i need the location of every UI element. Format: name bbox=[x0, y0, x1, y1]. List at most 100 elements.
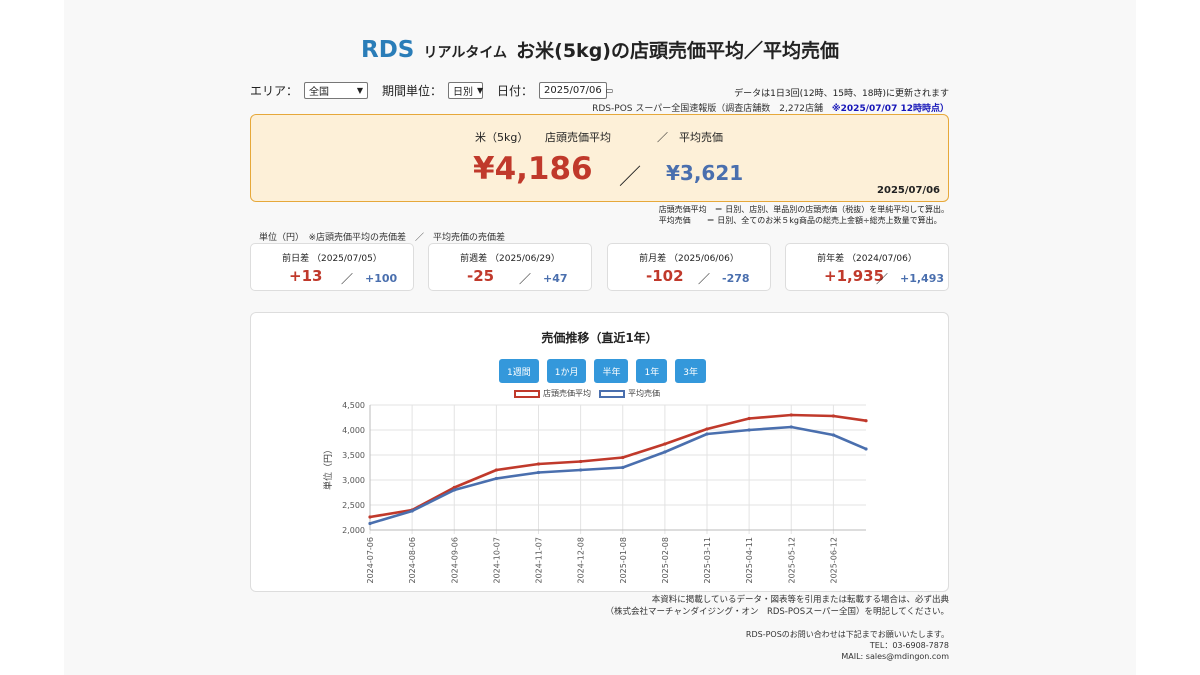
y-axis-label: 単位（円） bbox=[322, 445, 334, 490]
source-time: ※2025/07/07 12時時点） bbox=[831, 104, 949, 114]
copyright-line1: 本資料に掲載しているデータ・図表等を引用または転載する場合は、必ず出典 bbox=[651, 595, 949, 605]
data-point bbox=[747, 428, 751, 432]
area-select-value: 全国 bbox=[309, 87, 330, 98]
diff-store-price: +13 bbox=[289, 267, 323, 285]
period-select-value: 日別 bbox=[453, 87, 474, 98]
data-point bbox=[831, 414, 835, 418]
data-point bbox=[368, 521, 372, 526]
chart-panel: 売価推移（直近1年） 1週間 1か月 半年 1年 3年 店頭売価平均 平均売価 … bbox=[250, 312, 949, 592]
diff-avg-price: +47 bbox=[543, 272, 568, 285]
y-tick-label: 2,500 bbox=[342, 501, 365, 510]
x-tick-label: 2025-04-11 bbox=[745, 537, 754, 584]
diff-avg-price: +1,493 bbox=[900, 272, 945, 285]
date-label: 日付： bbox=[497, 84, 534, 98]
update-note: データは1日3回(12時、15時、18時)に更新されます bbox=[734, 89, 949, 99]
data-point bbox=[452, 488, 456, 492]
copyright-note: 本資料に掲載しているデータ・図表等を引用または転載する場合は、必ず出典 （株式会… bbox=[606, 594, 949, 618]
x-tick-label: 2024-12-08 bbox=[577, 537, 586, 584]
unit-note: 単位（円） ※店頭売価平均の売価差 ／ 平均売価の売価差 bbox=[259, 233, 506, 243]
data-point bbox=[494, 468, 498, 472]
title-subtitle: リアルタイム bbox=[423, 45, 508, 61]
data-point bbox=[663, 450, 667, 454]
y-tick-label: 4,500 bbox=[342, 401, 365, 410]
diff-label: 前週差 （2025/06/29） bbox=[460, 254, 560, 264]
label-separator: ／ bbox=[657, 131, 668, 144]
x-tick-label: 2025-02-08 bbox=[661, 537, 670, 584]
data-point bbox=[864, 447, 868, 451]
price-date: 2025/07/06 bbox=[877, 185, 940, 196]
page: RDS リアルタイム お米(5kg)の店頭売価平均／平均売価 エリア： 全国 ▼… bbox=[64, 0, 1136, 675]
data-point bbox=[621, 465, 625, 470]
price-separator: ／ bbox=[619, 165, 642, 190]
avg-price-value: ¥3,621 bbox=[666, 161, 744, 185]
store-price-avg-value: ¥4,186 bbox=[473, 151, 593, 187]
avg-price-label: 平均売価 bbox=[679, 131, 723, 144]
rds-logo: RDS bbox=[361, 37, 415, 63]
diff-card-year: 前年差 （2024/07/06） +1,935 ／ +1,493 bbox=[785, 243, 949, 291]
diff-separator: ／ bbox=[698, 272, 711, 286]
diff-store-price: +1,935 bbox=[824, 267, 885, 285]
title-main: お米(5kg)の店頭売価平均／平均売価 bbox=[516, 40, 839, 62]
x-tick-label: 2024-09-06 bbox=[450, 537, 459, 584]
data-point bbox=[705, 432, 709, 436]
data-point bbox=[536, 470, 541, 475]
source-note: RDS-POS スーパー全国速報版（調査店舗数 2,272店舗 ※2025/07… bbox=[592, 101, 949, 114]
period-select[interactable]: 日別 ▼ bbox=[448, 82, 483, 99]
diff-store-price: -102 bbox=[646, 267, 684, 285]
x-tick-label: 2024-08-06 bbox=[408, 537, 417, 584]
diff-separator: ／ bbox=[519, 272, 532, 286]
contact-info: RDS-POSのお問い合わせは下記までお願いいたします。 TEL：03-6908… bbox=[746, 629, 949, 662]
y-tick-label: 2,000 bbox=[342, 526, 365, 535]
x-tick-label: 2024-07-06 bbox=[366, 537, 375, 584]
date-input[interactable]: 2025/07/06 ▭ bbox=[539, 82, 613, 99]
x-tick-label: 2024-10-07 bbox=[492, 537, 501, 584]
area-select[interactable]: 全国 ▼ bbox=[304, 82, 369, 99]
definition-avg-price: 平均売価 ＝ 日別、全てのお米５kg商品の総売上金額÷総売上数量で算出。 bbox=[658, 216, 942, 225]
diff-label: 前年差 （2024/07/06） bbox=[817, 254, 917, 264]
y-tick-label: 4,000 bbox=[342, 426, 365, 435]
diff-card-day: 前日差 （2025/07/05） +13 ／ +100 bbox=[250, 243, 414, 291]
diff-label: 前月差 （2025/06/06） bbox=[639, 254, 739, 264]
area-label: エリア： bbox=[250, 84, 299, 98]
diff-card-month: 前月差 （2025/06/06） -102 ／ -278 bbox=[607, 243, 771, 291]
data-point bbox=[368, 515, 372, 519]
x-tick-label: 2025-06-12 bbox=[829, 537, 838, 584]
diff-avg-price: +100 bbox=[365, 272, 398, 285]
data-point bbox=[579, 459, 583, 464]
contact-mail: MAIL: sales@mdingon.com bbox=[841, 652, 949, 661]
price-summary-panel: 米（5kg） 店頭売価平均 ／ 平均売価 ¥4,186 ／ ¥3,621 202… bbox=[250, 114, 949, 202]
data-point bbox=[621, 455, 625, 460]
data-point bbox=[831, 433, 835, 437]
chevron-down-icon: ▼ bbox=[477, 86, 484, 95]
data-point bbox=[663, 442, 667, 446]
page-title: RDS リアルタイム お米(5kg)の店頭売価平均／平均売価 bbox=[64, 36, 1136, 63]
data-point bbox=[789, 413, 793, 417]
y-tick-label: 3,500 bbox=[342, 451, 365, 460]
date-input-value: 2025/07/06 bbox=[544, 85, 602, 96]
data-point bbox=[747, 416, 751, 421]
data-point bbox=[705, 427, 709, 431]
diff-separator: ／ bbox=[876, 272, 889, 286]
data-point bbox=[579, 468, 583, 472]
definitions-note: 店頭売価平均 ＝ 日別、店別、単品別の店頭売価（税抜）を単純平均して算出。 平均… bbox=[659, 204, 949, 226]
x-tick-label: 2024-11-07 bbox=[535, 537, 544, 584]
x-tick-label: 2025-03-11 bbox=[703, 537, 712, 584]
data-point bbox=[536, 462, 541, 466]
x-tick-label: 2025-05-12 bbox=[787, 537, 796, 584]
source-text: RDS-POS スーパー全国速報版（調査店舗数 2,272店舗 bbox=[592, 104, 824, 114]
data-point bbox=[864, 419, 868, 423]
product-label: 米（5kg） bbox=[475, 131, 529, 144]
definition-store-price: 店頭売価平均 ＝ 日別、店別、単品別の店頭売価（税抜）を単純平均して算出。 bbox=[658, 205, 949, 214]
diff-separator: ／ bbox=[341, 272, 354, 286]
calendar-icon[interactable]: ▭ bbox=[602, 86, 614, 95]
data-point bbox=[410, 509, 414, 513]
copyright-line2: （株式会社マーチャンダイジング・オン RDS-POSスーパー全国）を明記してくだ… bbox=[605, 607, 949, 617]
diff-store-price: -25 bbox=[467, 267, 495, 285]
diff-label: 前日差 （2025/07/05） bbox=[282, 254, 382, 264]
y-tick-label: 3,000 bbox=[342, 476, 365, 485]
line-chart: 4,500 4,000 3,500 3,000 2,500 2,0002024-07-06… bbox=[322, 401, 868, 584]
diff-avg-price: -278 bbox=[722, 272, 750, 285]
data-point bbox=[494, 476, 498, 481]
period-label: 期間単位： bbox=[382, 84, 443, 98]
chevron-down-icon: ▼ bbox=[356, 86, 364, 95]
